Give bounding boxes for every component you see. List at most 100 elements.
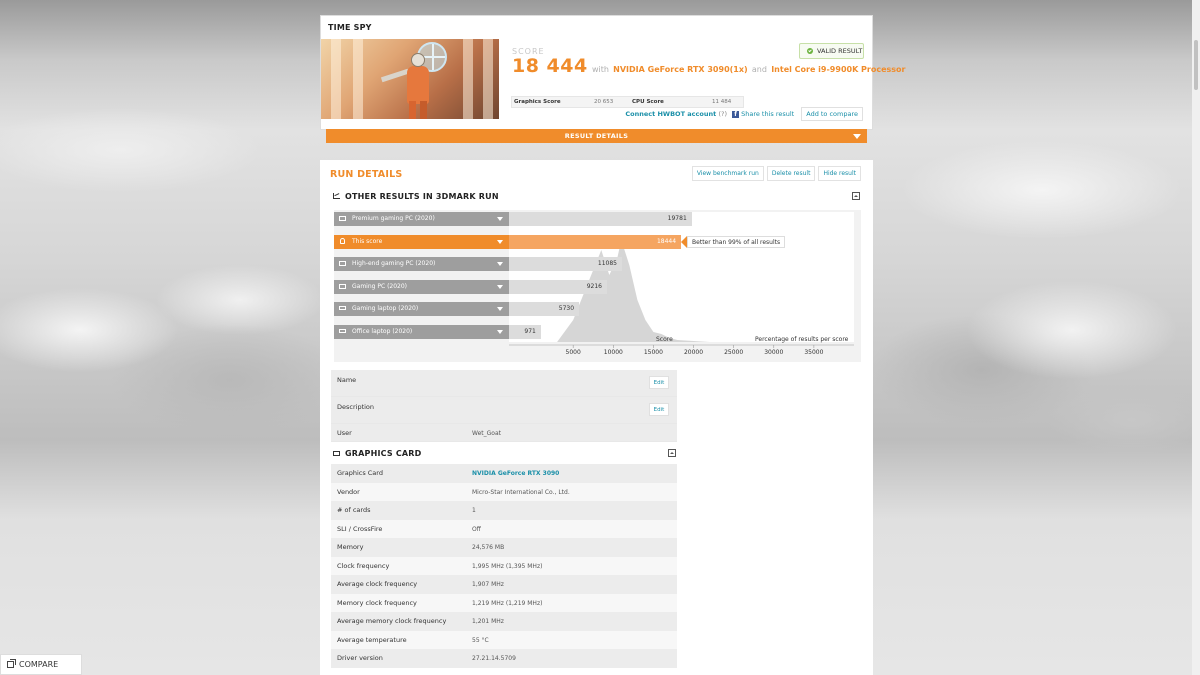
score-gpu: NVIDIA GeForce RTX 3090(1x) [613, 65, 748, 74]
collapse-graphics-card-button[interactable] [668, 449, 676, 457]
chart-category-selector[interactable]: Premium gaming PC (2020) [334, 212, 509, 226]
result-details-toggle[interactable]: RESULT DETAILS [326, 129, 867, 143]
valid-result-badge: VALID RESULT [799, 43, 864, 59]
desktop-icon [339, 283, 346, 289]
other-results-title: OTHER RESULTS IN 3DMARK RUN [345, 191, 499, 201]
graphics-card-value: Micro-Star International Co., Ltd. [472, 488, 570, 496]
chevron-down-icon [853, 134, 861, 139]
laptop-icon [339, 306, 346, 310]
graphics-score-value: 20 653 [594, 99, 614, 105]
graphics-card-row: Clock frequency 1,995 MHz (1,395 MHz) [331, 556, 677, 575]
desktop-icon [339, 216, 346, 221]
lightbulb-icon [340, 237, 345, 244]
result-links: Connect HWBOT account (?) f Share this r… [625, 107, 863, 121]
chart-category-selector[interactable]: Gaming laptop (2020) [334, 302, 509, 316]
chart-value-label: 9216 [586, 282, 602, 290]
graphics-card-value: 1,219 MHz (1,219 MHz) [472, 599, 543, 607]
x-tick-label: 35000 [804, 349, 824, 356]
laptop-icon [339, 328, 346, 333]
graphics-card-row: Average memory clock frequency 1,201 MHz [331, 612, 677, 631]
graphics-card-key: Clock frequency [337, 561, 390, 570]
graphics-card-value: 1,201 MHz [472, 618, 504, 625]
scrollbar[interactable] [1192, 0, 1200, 675]
connect-hwbot-link[interactable]: Connect HWBOT account (?) [625, 110, 727, 118]
result-details-label: RESULT DETAILS [564, 132, 629, 140]
scrollbar-thumb[interactable] [1194, 40, 1198, 90]
collapse-other-results-button[interactable] [852, 192, 860, 200]
cpu-score-value: 11 484 [712, 99, 732, 105]
background-right [872, 0, 1200, 675]
graphics-card-value: 1,907 MHz [472, 581, 504, 588]
chart-category-label: Office laptop (2020) [352, 327, 413, 335]
chart-category-label: Premium gaming PC (2020) [352, 215, 435, 222]
desktop-icon [339, 261, 346, 266]
x-tick-label: 30000 [764, 349, 784, 356]
x-tick-label: 5000 [565, 349, 581, 356]
share-result-link[interactable]: Share this result [741, 110, 794, 118]
graphics-card-key: SLI / CrossFire [337, 524, 383, 533]
chart-category-selector[interactable]: This score [334, 234, 509, 249]
graphics-card-key: Vendor [337, 487, 360, 496]
valid-result-label: VALID RESULT [817, 47, 863, 55]
x-tick-label: 25000 [724, 349, 744, 356]
other-results-header: OTHER RESULTS IN 3DMARK RUN [333, 190, 860, 202]
graphics-card-row: Memory 24,576 MB [331, 538, 677, 557]
compare-button[interactable]: COMPARE [0, 654, 82, 675]
graphics-card-key: Average clock frequency [337, 580, 418, 588]
score-value: 18 444 [512, 55, 588, 77]
score-with-text: with [591, 65, 609, 74]
graphics-card-row: Graphics Card NVIDIA GeForce RTX 3090 [331, 464, 677, 483]
chart-category-selector[interactable]: Office laptop (2020) [334, 324, 509, 339]
chart-value-label: 11085 [597, 260, 617, 267]
graphics-card-key: Driver version [337, 654, 383, 662]
chart-row: 5730 Gaming laptop (2020) [334, 302, 861, 316]
graphics-card-link[interactable]: NVIDIA GeForce RTX 3090 [472, 470, 559, 477]
chart-value-label: 18444 [656, 237, 677, 245]
name-label: Name [337, 376, 357, 384]
check-icon [807, 48, 813, 54]
chart-category-label: This score [352, 237, 383, 245]
graphics-card-key: Average memory clock frequency [337, 617, 447, 625]
user-value: Wet_Goat [472, 430, 501, 437]
chart-category-label: High-end gaming PC (2020) [352, 260, 436, 267]
description-row: Description Edit [331, 397, 677, 424]
hide-result-button[interactable]: Hide result [818, 166, 861, 181]
graphics-score-label: Graphics Score [514, 99, 561, 105]
graphics-card-row: Vendor Micro-Star International Co., Ltd. [331, 482, 677, 501]
run-details-panel: RUN DETAILS View benchmark run Delete re… [320, 160, 873, 675]
delete-result-button[interactable]: Delete result [766, 166, 816, 181]
view-benchmark-run-button[interactable]: View benchmark run [691, 166, 764, 181]
chevron-down-icon [497, 239, 503, 244]
add-to-compare-button[interactable]: Add to compare [801, 107, 863, 121]
user-label: User [337, 429, 352, 437]
chart-row: 19781 Premium gaming PC (2020) [334, 212, 861, 226]
chart-value-label: 19781 [667, 215, 687, 222]
chart-category-selector[interactable]: Gaming PC (2020) [334, 279, 509, 294]
graphics-card-key: Graphics Card [337, 469, 383, 477]
chevron-down-icon [497, 307, 503, 311]
chevron-down-icon [497, 284, 503, 289]
edit-description-button[interactable]: Edit [649, 403, 669, 416]
x-tick-label: 15000 [643, 349, 663, 356]
user-row: User Wet_Goat [331, 424, 677, 442]
chevron-down-icon [497, 329, 503, 334]
graphics-card-row: Average temperature 55 °C [331, 630, 677, 649]
chart-category-selector[interactable]: High-end gaming PC (2020) [334, 257, 509, 271]
result-summary-panel: TIME SPY SCORE 18 444 with NVIDIA GeForc… [320, 15, 906, 130]
graphics-card-title: GRAPHICS CARD [345, 448, 422, 458]
facebook-icon[interactable]: f [732, 110, 740, 118]
chart-category-label: Gaming laptop (2020) [352, 305, 419, 312]
edit-name-button[interactable]: Edit [649, 376, 669, 389]
chart-category-label: Gaming PC (2020) [352, 282, 408, 290]
hwbot-help[interactable]: (?) [718, 110, 727, 118]
cpu-score-label: CPU Score [632, 99, 664, 105]
compare-label: COMPARE [19, 660, 59, 669]
chevron-down-icon [497, 262, 503, 266]
graphics-card-value: 24,576 MB [472, 544, 505, 551]
graphics-card-row: Driver version 27.21.14.5709 [331, 649, 677, 668]
graphics-card-key: Memory [337, 543, 364, 551]
description-label: Description [337, 403, 375, 411]
graphics-card-table: Graphics Card NVIDIA GeForce RTX 3090 Vend… [331, 464, 677, 668]
x-tick-label: 20000 [683, 349, 704, 356]
run-actions: View benchmark run Delete result Hide re… [691, 166, 861, 181]
